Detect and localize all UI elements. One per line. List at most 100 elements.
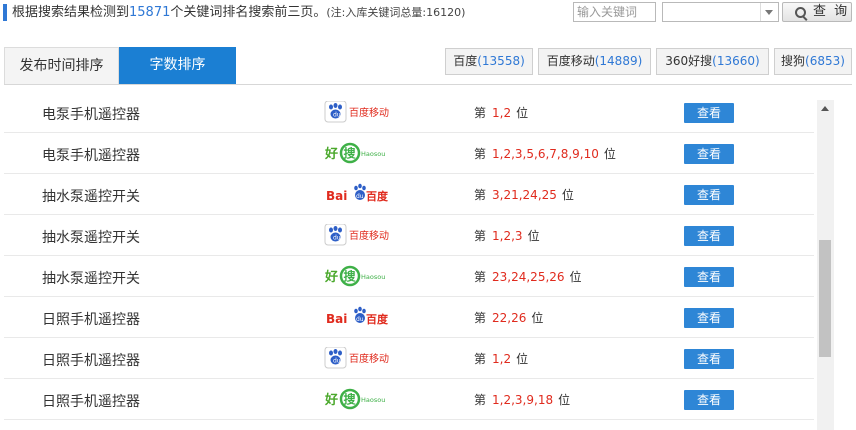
scroll-up-arrow[interactable] — [817, 100, 834, 117]
engine-tab-count: (13660) — [712, 54, 760, 68]
keyword-text: 抽水泵遥控开关 — [42, 271, 140, 287]
query-button-label: 查 询 — [813, 4, 850, 19]
rank-prefix: 第 — [474, 188, 487, 202]
view-button[interactable]: 查看 — [684, 308, 734, 328]
table-row: 抽水泵遥控开关 du 百度移动 第 1,2,3 位 查看 — [4, 215, 814, 256]
rank-prefix: 第 — [474, 106, 487, 120]
logo-text: Haosou — [361, 273, 385, 281]
logo-text: 好 — [324, 392, 338, 408]
baidu-mobile-logo-icon: du 百度移动 — [324, 346, 396, 369]
rank-values: 1,2,3,5,6,7,8,9,10 — [492, 147, 599, 161]
svg-text:du: du — [333, 235, 341, 242]
keyword-search-input[interactable]: 输入关键词 — [573, 2, 656, 22]
chevron-down-icon[interactable] — [760, 3, 778, 21]
keyword-count: 15871 — [129, 5, 171, 20]
keyword-text: 日照手机遥控器 — [42, 394, 140, 410]
table-row: 抽水泵遥控开关 Bai du 百度 第 3,21,24,25 位 查看 — [4, 174, 814, 215]
table-row: 日照手机遥控器 好搜 Haosou 第 1,2,3,9,18 位 查看 — [4, 379, 814, 420]
rank-positions: 第 1,2,3 位 — [474, 227, 540, 244]
rank-values: 3,21,24,25 — [492, 188, 557, 202]
svg-text:du: du — [333, 358, 341, 365]
keyword-text: 抽水泵遥控开关 — [42, 230, 140, 246]
keyword-text: 电泵手机遥控器 — [42, 148, 140, 164]
rank-prefix: 第 — [474, 229, 487, 243]
rank-prefix: 第 — [474, 352, 487, 366]
summary-prefix: 根据搜索结果检测到 — [12, 5, 130, 20]
rank-positions: 第 1,2 位 — [474, 104, 528, 121]
view-button[interactable]: 查看 — [684, 349, 734, 369]
engine-tab-label: 搜狗 — [781, 54, 806, 68]
logo-text: 百度 — [366, 189, 389, 203]
rank-suffix: 位 — [531, 311, 544, 325]
table-row: 日照手机遥控器 du 百度移动 第 1,2 位 查看 — [4, 338, 814, 379]
query-button[interactable]: 查 询 — [782, 2, 852, 22]
rank-suffix: 位 — [603, 147, 616, 161]
logo-text: du — [356, 193, 364, 200]
scrollbar-thumb[interactable] — [819, 240, 831, 357]
rank-positions: 第 1,2 位 — [474, 350, 528, 367]
result-summary-text: 根据搜索结果检测到15871个关键词排名搜索前三页。(注:入库关键词总量:161… — [12, 5, 465, 21]
logo-text: du — [356, 316, 364, 323]
view-button[interactable]: 查看 — [684, 267, 734, 287]
rank-positions: 第 3,21,24,25 位 — [474, 186, 574, 203]
rank-values: 1,2 — [492, 106, 512, 120]
logo-text: Bai — [326, 312, 347, 326]
haosou-logo-icon: 好搜 Haosou — [324, 142, 396, 164]
rank-positions: 第 23,24,25,26 位 — [474, 268, 582, 285]
logo-text: 搜 — [344, 392, 357, 407]
rank-values: 22,26 — [492, 311, 527, 325]
keyword-ranking-list: 电泵手机遥控器 du 百度移动第 1,2 位查看 电泵手机遥控器好搜 Haosou 第 1,2,… — [4, 92, 814, 430]
keyword-text: 抽水泵遥控开关 — [42, 189, 140, 205]
view-button[interactable]: 查看 — [684, 390, 734, 410]
rank-positions: 第 22,26 位 — [474, 309, 543, 326]
tab-sort-by-time[interactable]: 发布时间排序 — [4, 47, 119, 84]
rank-positions: 第 1,2,3,9,18 位 — [474, 391, 570, 408]
rank-values: 23,24,25,26 — [492, 270, 565, 284]
view-button[interactable]: 查看 — [684, 144, 734, 164]
baidu-logo-icon: Bai du 百度 — [324, 183, 396, 205]
rank-suffix: 位 — [561, 188, 574, 202]
view-button[interactable]: 查看 — [684, 185, 734, 205]
rank-prefix: 第 — [474, 393, 487, 407]
logo-text: 百度移动 — [349, 106, 389, 119]
engine-tab-baidu-mobile[interactable]: 百度移动(14889) — [538, 48, 651, 75]
rank-suffix: 位 — [558, 393, 571, 407]
rank-suffix: 位 — [516, 352, 529, 366]
rank-prefix: 第 — [474, 270, 487, 284]
rank-suffix: 位 — [569, 270, 582, 284]
keyword-text: 电泵手机遥控器 — [42, 107, 140, 123]
engine-tab-count: (14889) — [594, 54, 643, 68]
view-button[interactable]: 查看 — [684, 103, 734, 123]
logo-text: Haosou — [361, 150, 385, 158]
tab-sort-by-length[interactable]: 字数排序 — [119, 47, 236, 84]
rank-prefix: 第 — [474, 311, 487, 325]
svg-text:du: du — [333, 112, 341, 119]
engine-select[interactable] — [662, 2, 779, 22]
logo-text: Bai — [326, 189, 347, 203]
view-button[interactable]: 查看 — [684, 226, 734, 246]
search-icon — [795, 7, 806, 18]
engine-tab-baidu[interactable]: 百度(13558) — [445, 48, 533, 75]
rank-suffix: 位 — [527, 229, 540, 243]
logo-text: 百度移动 — [349, 229, 389, 242]
rank-suffix: 位 — [516, 106, 529, 120]
table-row: 日照手机遥控器 Bai du 百度 第 22,26 位 查看 — [4, 297, 814, 338]
baidu-logo-icon: Bai du 百度 — [324, 306, 396, 328]
vertical-scrollbar[interactable] — [817, 100, 834, 430]
baidu-mobile-logo-icon: du 百度移动 — [324, 100, 396, 123]
engine-tab-360[interactable]: 360好搜(13660) — [656, 48, 769, 75]
logo-text: 搜 — [344, 269, 357, 284]
haosou-logo-icon: 好搜 Haosou — [324, 265, 396, 287]
logo-text: 百度 — [366, 312, 389, 326]
rank-values: 1,2,3 — [492, 229, 523, 243]
baidu-mobile-logo-icon: du 百度移动 — [324, 223, 396, 246]
logo-text: 搜 — [344, 146, 357, 161]
logo-text: Haosou — [361, 396, 385, 404]
result-summary-header: 根据搜索结果检测到15871个关键词排名搜索前三页。(注:入库关键词总量:161… — [0, 0, 856, 28]
engine-tab-label: 百度 — [453, 54, 478, 68]
table-row: 电泵手机遥控器 du 百度移动 第 1,2 位 查看 — [4, 92, 814, 133]
logo-text: 百度移动 — [349, 352, 389, 365]
engine-tab-sogou[interactable]: 搜狗(6853) — [774, 48, 852, 75]
keyword-text: 日照手机遥控器 — [42, 353, 140, 369]
table-row: 电泵手机遥控器 好搜 Haosou 第 1,2,3,5,6,7,8,9,10 位 查看 — [4, 133, 814, 174]
